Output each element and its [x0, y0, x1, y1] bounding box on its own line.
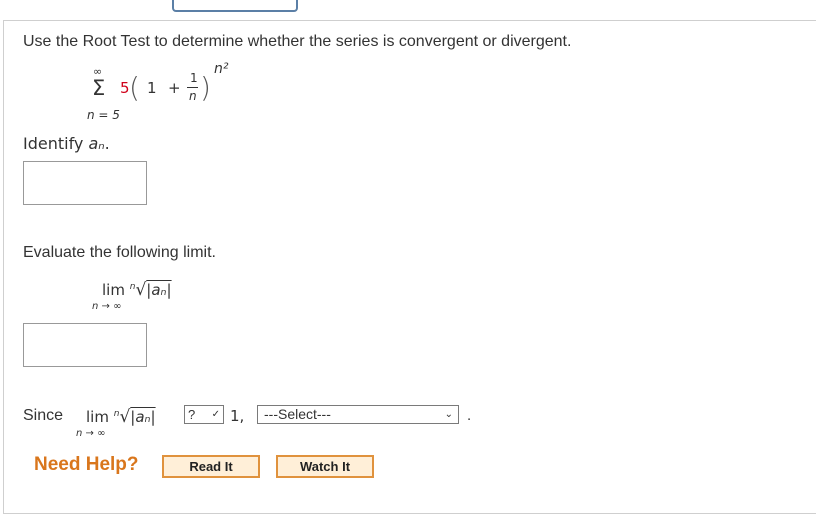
comparison-select[interactable]: ? ✓: [184, 405, 224, 424]
identify-prefix: Identify: [23, 134, 89, 153]
sigma-symbol: Σ: [92, 76, 106, 100]
since-radical-icon: √: [119, 407, 131, 427]
limit-subscript: n → ∞: [92, 301, 122, 312]
question-panel: Use the Root Test to determine whether t…: [3, 20, 816, 514]
since-lim-label: lim: [86, 408, 109, 426]
conclusion-select-value: ---Select---: [264, 406, 331, 422]
fraction-numerator: 1: [190, 71, 198, 85]
left-paren: (: [129, 71, 140, 104]
an-answer-input[interactable]: [23, 161, 147, 205]
since-one: 1,: [230, 407, 245, 425]
watch-it-button[interactable]: Watch It: [276, 455, 374, 478]
sum-lower-limit: n = 5: [87, 108, 120, 122]
identify-suffix: .: [104, 134, 110, 153]
since-period: .: [467, 407, 472, 424]
since-limit-radicand: |aₙ|: [130, 408, 156, 426]
limit-expression: lim n√|aₙ|: [102, 280, 172, 300]
read-it-button[interactable]: Read It: [162, 455, 260, 478]
evaluate-text: Evaluate the following limit.: [23, 244, 216, 261]
limit-radicand: |aₙ|: [146, 281, 172, 299]
chevron-down-icon: ✓: [211, 409, 220, 420]
question-text: Use the Root Test to determine whether t…: [23, 33, 572, 50]
radical-icon: √: [135, 280, 147, 300]
top-answer-box[interactable]: [172, 0, 298, 12]
chevron-down-icon: ⌄: [444, 409, 453, 420]
need-help-label: Need Help?: [34, 454, 139, 475]
series-one: 1: [147, 79, 157, 97]
identify-label: Identify aₙ.: [23, 134, 110, 153]
fraction-bar: [187, 87, 198, 88]
comparison-select-value: ?: [188, 407, 196, 422]
series-plus: +: [168, 79, 181, 97]
right-paren: ): [200, 71, 211, 104]
lim-label: lim: [102, 281, 125, 299]
since-label: Since: [23, 407, 64, 424]
since-limit-expression: lim n√|aₙ|: [86, 407, 156, 427]
identify-var: aₙ: [88, 134, 105, 153]
series-exponent: n²: [214, 61, 229, 77]
fraction-denominator: n: [189, 89, 197, 103]
since-limit-subscript: n → ∞: [76, 428, 106, 439]
limit-answer-input[interactable]: [23, 323, 147, 367]
conclusion-select[interactable]: ---Select--- ⌄: [257, 405, 459, 424]
